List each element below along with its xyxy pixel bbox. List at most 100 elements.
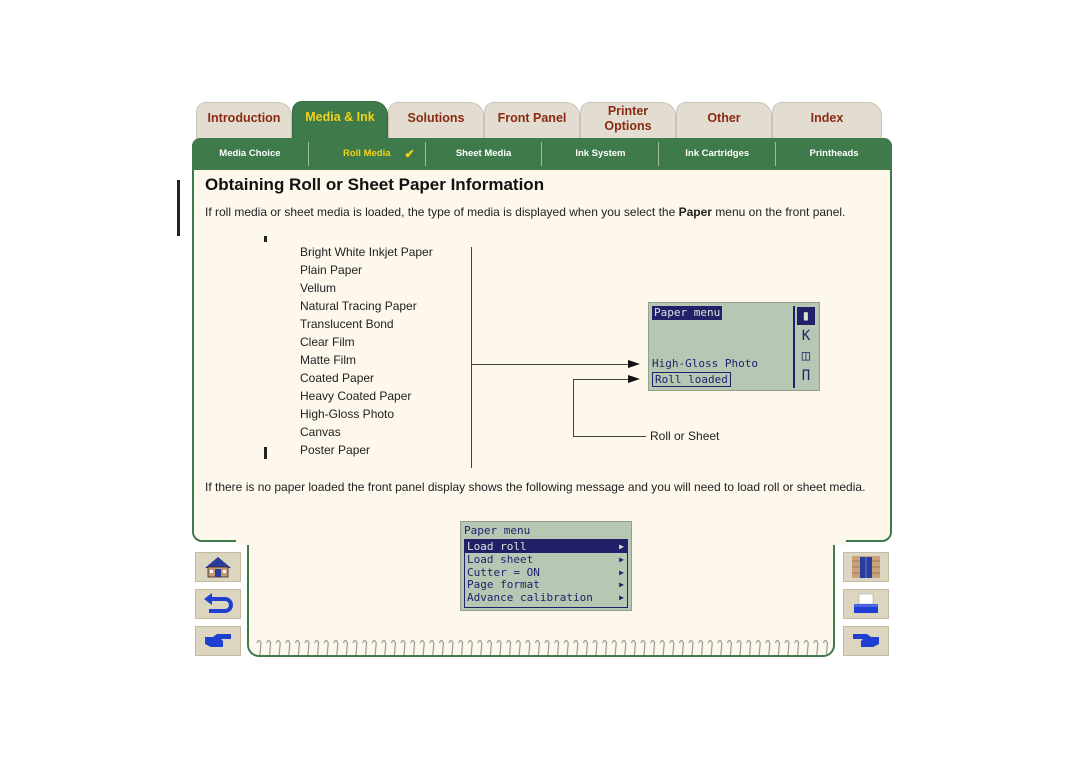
media-type-item: Bright White Inkjet Paper <box>300 245 433 259</box>
spiral-ring <box>342 639 349 656</box>
spiral-ring <box>429 639 435 656</box>
spiral-ring <box>602 639 608 656</box>
spiral-ring <box>592 639 598 656</box>
spiral-ring <box>726 639 733 656</box>
spiral-ring <box>582 639 589 656</box>
spiral-ring <box>698 639 704 656</box>
spiral-ring <box>371 639 377 656</box>
spiral-ring <box>419 639 425 656</box>
spiral-ring <box>765 639 771 656</box>
tab-media-ink[interactable]: Media & Ink <box>292 101 388 143</box>
spiral-ring <box>467 639 473 656</box>
change-bar <box>177 180 180 236</box>
spiral-ring <box>448 639 454 656</box>
back-icon <box>204 593 233 613</box>
subnav-media-choice[interactable]: Media Choice <box>192 142 309 166</box>
spiral-ring <box>774 639 781 656</box>
spiral-ring <box>506 639 512 656</box>
media-type-item: Heavy Coated Paper <box>300 389 412 403</box>
front-panel-display-empty: Paper menu Load roll ▶ Load sheet ▶ Cutter… <box>460 521 632 611</box>
connector-line <box>573 379 574 436</box>
media-type-item: Natural Tracing Paper <box>300 299 417 313</box>
display-menu-item: Advance calibration ▶ <box>467 591 624 605</box>
display-status-line: Roll loaded <box>652 372 731 387</box>
spiral-ring <box>275 639 281 656</box>
spiral-ring <box>534 639 541 656</box>
spiral-ring <box>477 639 483 656</box>
media-type-item: Poster Paper <box>300 443 371 457</box>
checkmark-icon: ✔ <box>404 147 415 161</box>
triangle-right-icon: ▶ <box>619 580 624 590</box>
next-page-icon <box>205 634 231 647</box>
spiral-ring <box>496 639 502 656</box>
intro-paragraph: If roll media or sheet media is loaded, … <box>205 205 846 219</box>
spiral-ring <box>333 639 339 656</box>
print-button[interactable] <box>843 589 889 619</box>
printer-stand-icon: Π <box>801 368 811 384</box>
spiral-ring <box>304 639 310 656</box>
spiral-ring <box>458 639 464 656</box>
media-type-item: High-Gloss Photo <box>300 407 395 421</box>
spiral-ring <box>621 639 627 656</box>
spiral-ring <box>256 639 262 656</box>
spiral-binding <box>256 639 829 656</box>
display-header: Paper menu <box>652 306 723 320</box>
spiral-ring <box>784 639 790 656</box>
triangle-right-icon: ▶ <box>619 542 624 551</box>
spiral-ring <box>381 639 387 656</box>
spiral-ring <box>554 639 560 656</box>
display-menu-item: Page format ▶ <box>467 578 624 592</box>
media-type-list: Bright White Inkjet Paper Plain Paper Ve… <box>300 245 433 461</box>
spiral-ring <box>755 639 761 656</box>
front-panel-display-loaded: Paper menu High-Gloss Photo Roll loaded … <box>648 302 820 391</box>
spiral-ring <box>678 639 685 656</box>
spiral-ring <box>314 639 320 656</box>
display-icon-column: ▮ K ◫ Π <box>793 306 817 388</box>
media-type-item: Matte Film <box>300 353 357 367</box>
spiral-ring <box>813 639 819 656</box>
spiral-ring <box>525 639 531 656</box>
spiral-ring <box>746 639 752 656</box>
subnav-roll-media[interactable]: Roll Media ✔ <box>309 142 426 166</box>
paper-roll-icon: ▮ <box>797 307 815 325</box>
triangle-right-icon: ▶ <box>619 567 624 577</box>
subnav-sheet-media[interactable]: Sheet Media <box>426 142 543 166</box>
next-page-button[interactable] <box>195 626 241 656</box>
change-mark <box>264 447 267 459</box>
spiral-ring <box>438 639 445 656</box>
subnav-ink-cartridges[interactable]: Ink Cartridges <box>659 142 777 166</box>
roll-or-sheet-label: Roll or Sheet <box>650 429 720 443</box>
connector-line <box>573 379 629 380</box>
bracket-line <box>471 247 472 468</box>
ink-drops-icon: K <box>801 328 811 344</box>
print-icon <box>854 593 878 613</box>
previous-page-button[interactable] <box>843 626 889 656</box>
home-button[interactable] <box>195 552 241 582</box>
back-button[interactable] <box>195 589 241 619</box>
no-paper-paragraph: If there is no paper loaded the front pa… <box>205 480 866 494</box>
exit-door-icon <box>852 556 880 578</box>
spiral-ring <box>323 639 329 656</box>
spiral-ring <box>362 639 368 656</box>
subnav-printheads[interactable]: Printheads <box>776 142 892 166</box>
spiral-ring <box>573 639 579 656</box>
spiral-ring <box>400 639 406 656</box>
spiral-ring <box>688 639 694 656</box>
folders-icon: ◫ <box>801 348 811 364</box>
spiral-ring <box>486 639 493 656</box>
subnav-ink-system[interactable]: Ink System <box>542 142 660 166</box>
spiral-ring <box>352 639 358 656</box>
exit-button[interactable] <box>843 552 889 582</box>
spiral-ring <box>669 639 675 656</box>
triangle-right-icon: ▶ <box>619 554 624 564</box>
media-type-item: Translucent Bond <box>300 317 394 331</box>
page-title: Obtaining Roll or Sheet Paper Informatio… <box>205 175 545 194</box>
media-type-item: Canvas <box>300 425 341 439</box>
spiral-ring <box>803 639 809 656</box>
previous-page-icon <box>853 634 879 647</box>
arrow-icon <box>628 360 640 368</box>
spiral-ring <box>285 639 291 656</box>
connector-line <box>471 364 629 365</box>
connector-line <box>573 436 646 437</box>
home-icon <box>205 557 231 578</box>
